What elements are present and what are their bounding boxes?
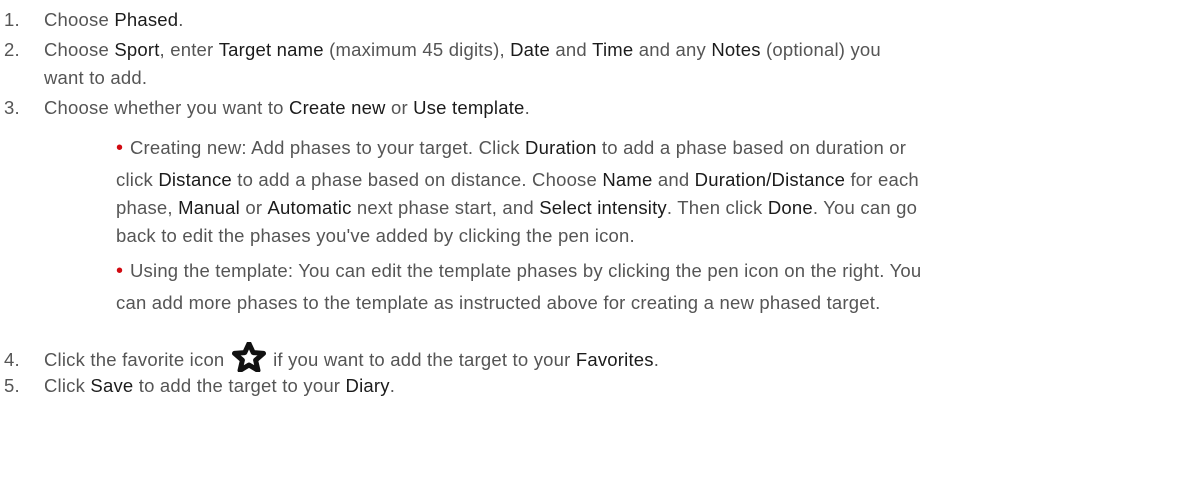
step-text: and any xyxy=(633,39,712,60)
step-text: Choose xyxy=(44,9,115,30)
keyword-done: Done xyxy=(767,197,813,218)
bullet-text: to add a phase based on distance. Choose xyxy=(231,169,603,190)
step-text: . xyxy=(389,375,396,396)
step-text: (optional) you xyxy=(760,39,881,60)
bullet-creating-new-line-3: phase, Manual or Automatic next phase st… xyxy=(116,195,917,221)
keyword-distance: Distance xyxy=(158,169,232,190)
step-text: and xyxy=(550,39,593,60)
bullet-text: or xyxy=(239,197,268,218)
bullet-creating-new-line-1: • Creating new: Add phases to your target… xyxy=(114,135,906,161)
keyword-manual: Manual xyxy=(178,197,240,218)
step-text: to add the target to your xyxy=(133,375,346,396)
step-text: Choose whether you want to xyxy=(44,97,290,118)
keyword-notes: Notes xyxy=(711,39,761,60)
step-number: 2. xyxy=(4,39,20,60)
bullet-creating-new-line-4: back to edit the phases you've added by … xyxy=(116,225,635,246)
keyword-target-name: Target name xyxy=(218,39,324,60)
keyword-automatic: Automatic xyxy=(267,197,352,218)
bullet-text: next phase start, and xyxy=(351,197,540,218)
bullet-creating-new-line-2: click Distance to add a phase based on d… xyxy=(116,167,919,193)
bullet-icon: • xyxy=(116,137,124,159)
keyword-duration: Duration xyxy=(525,137,597,158)
step-text: Click xyxy=(44,375,91,396)
step-text-end: . xyxy=(178,9,184,30)
keyword-select-intensity: Select intensity xyxy=(539,197,667,218)
step-2-continuation: want to add. xyxy=(44,67,148,88)
bullet-text: and xyxy=(652,169,695,190)
bullet-text: Using the template: You can edit the tem… xyxy=(130,260,922,281)
step-number: 1. xyxy=(4,9,20,30)
keyword-save: Save xyxy=(90,375,134,396)
keyword-date: Date xyxy=(510,39,551,60)
keyword-name: Name xyxy=(602,169,653,190)
keyword-create-new: Create new xyxy=(289,97,386,118)
keyword-phased: Phased xyxy=(114,9,179,30)
step-text: if you want to add the target to your xyxy=(267,349,576,370)
step-text: Click the favorite icon xyxy=(44,349,230,370)
step-3: 3. Choose whether you want to Create new … xyxy=(4,95,530,121)
bullet-text: click xyxy=(116,169,159,190)
bullet-text: for each xyxy=(845,169,919,190)
step-text: , enter xyxy=(159,39,219,60)
step-text: . xyxy=(524,97,530,118)
bullet-text: . You can go xyxy=(812,197,918,218)
step-number: 4. xyxy=(4,349,20,370)
keyword-duration-distance: Duration/Distance xyxy=(694,169,846,190)
step-text: (maximum 45 digits), xyxy=(323,39,511,60)
step-text: Choose xyxy=(44,39,115,60)
bullet-icon: • xyxy=(116,260,124,282)
bullet-text: phase, xyxy=(116,197,179,218)
step-4: 4. Click the favorite icon if you want to… xyxy=(4,341,660,373)
bullet-text: Creating new: Add phases to your target.… xyxy=(130,137,526,158)
bullet-text: . Then click xyxy=(666,197,768,218)
bullet-using-template-line-2: can add more phases to the template as i… xyxy=(116,292,881,313)
step-1: 1. Choose Phased. xyxy=(4,7,184,33)
step-2: 2. Choose Sport, enter Target name (maxim… xyxy=(4,37,881,63)
keyword-sport: Sport xyxy=(114,39,160,60)
star-outline-icon xyxy=(231,341,266,373)
step-number: 5. xyxy=(4,375,20,396)
keyword-time: Time xyxy=(592,39,634,60)
keyword-diary: Diary xyxy=(345,375,390,396)
step-5: 5. Click Save to add the target to your D… xyxy=(4,373,395,399)
step-text: . xyxy=(653,349,660,370)
instructions-document: 1. Choose Phased. 2. Choose Sport, enter T… xyxy=(0,0,1203,498)
bullet-text: to add a phase based on duration or xyxy=(596,137,907,158)
bullet-using-template-line-1: • Using the template: You can edit the te… xyxy=(114,258,921,284)
keyword-use-template: Use template xyxy=(413,97,525,118)
step-number: 3. xyxy=(4,97,20,118)
keyword-favorites: Favorites xyxy=(575,349,654,370)
step-text: or xyxy=(385,97,414,118)
